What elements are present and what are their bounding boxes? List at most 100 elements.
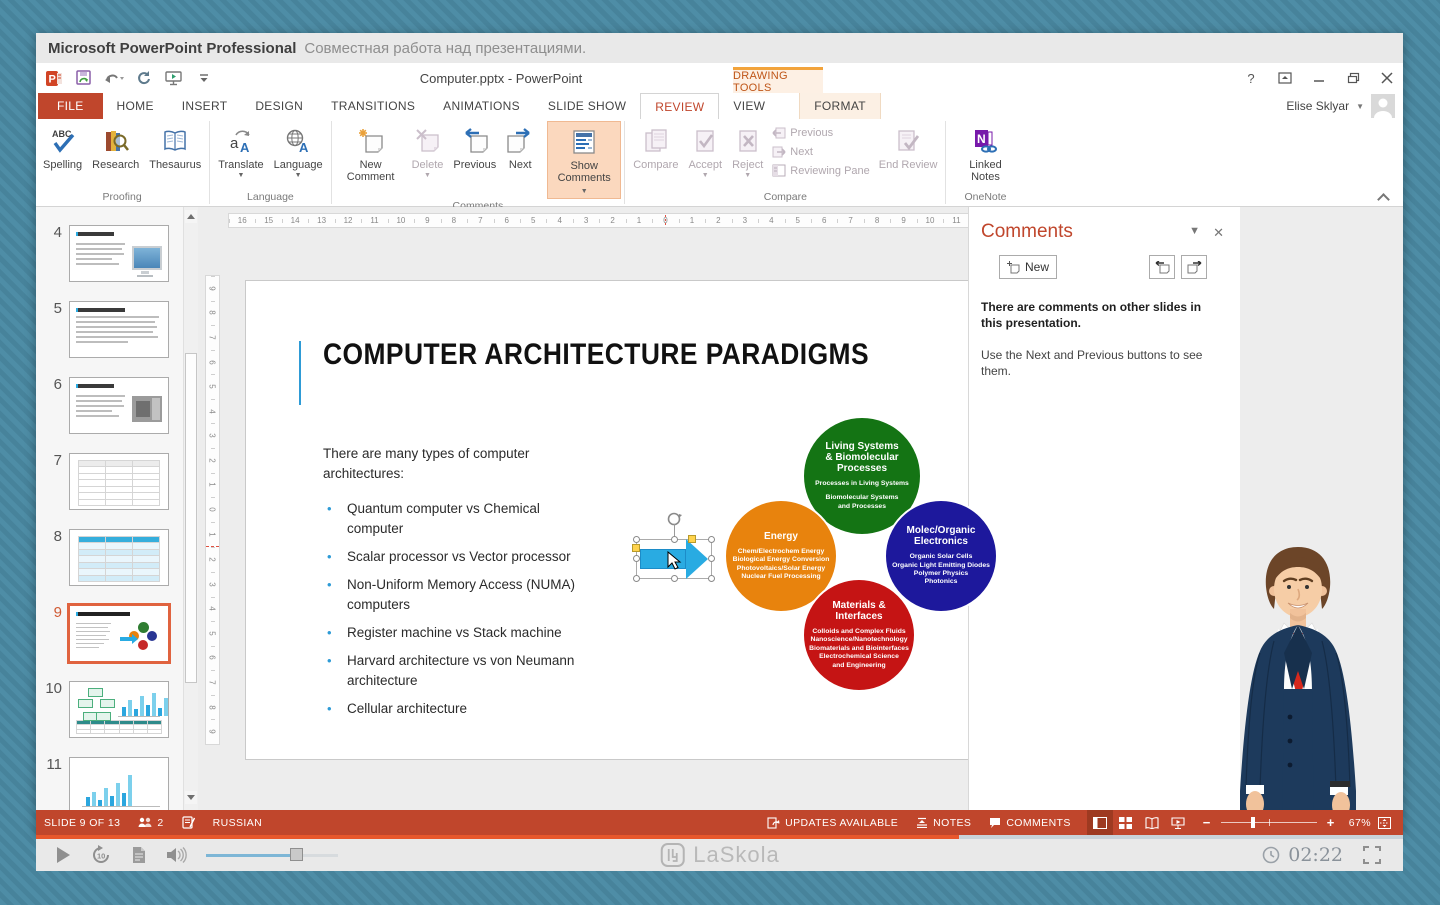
resize-handle[interactable]: [633, 575, 640, 582]
scroll-up-button[interactable]: [185, 210, 197, 223]
vertical-ruler[interactable]: 9876543210123456789: [205, 275, 220, 745]
zoom-out-button[interactable]: −: [1199, 815, 1215, 830]
slide-title[interactable]: COMPUTER ARCHITECTURE PARADIGMS: [323, 338, 869, 372]
slide-sorter-view-button[interactable]: [1113, 810, 1139, 835]
slide-thumbnail-11[interactable]: 11: [36, 757, 198, 810]
help-button[interactable]: ?: [1243, 70, 1259, 86]
thesaurus-button[interactable]: Thesaurus: [144, 121, 206, 190]
next-comment-button[interactable]: Next: [501, 121, 539, 199]
thumbnails-scrollbar[interactable]: [183, 207, 198, 810]
clock-icon: [1262, 846, 1280, 864]
tab-insert[interactable]: INSERT: [168, 93, 242, 119]
previous-comment-panel-button[interactable]: [1149, 255, 1175, 279]
next-comment-panel-button[interactable]: [1181, 255, 1207, 279]
show-comments-button[interactable]: Show Comments ▼: [547, 121, 621, 199]
normal-view-button[interactable]: [1087, 810, 1113, 835]
tab-slide-show[interactable]: SLIDE SHOW: [534, 93, 640, 119]
seek-slider-handle[interactable]: [290, 848, 303, 861]
slide-thumbnail-4[interactable]: 4: [36, 225, 198, 282]
previous-comment-button[interactable]: Previous: [448, 121, 501, 199]
updates-available-button[interactable]: UPDATES AVAILABLE: [767, 817, 898, 829]
resize-handle[interactable]: [633, 555, 640, 562]
lesson-notes-button[interactable]: [128, 844, 150, 866]
reviewing-pane-button[interactable]: Reviewing Pane: [772, 163, 870, 178]
panel-close-icon[interactable]: ✕: [1213, 225, 1224, 241]
tab-animations[interactable]: ANIMATIONS: [429, 93, 534, 119]
end-review-button[interactable]: End Review: [874, 121, 943, 190]
adjust-handle[interactable]: [632, 544, 640, 552]
resize-handle[interactable]: [708, 555, 715, 562]
minimize-button[interactable]: [1311, 70, 1327, 86]
resize-handle[interactable]: [671, 575, 678, 582]
selected-arrow-shape[interactable]: [636, 511, 720, 581]
collapse-ribbon-button[interactable]: [1377, 193, 1389, 201]
slide-body-text[interactable]: There are many types of computer archite…: [323, 444, 595, 727]
slide-thumbnail-9[interactable]: 9: [36, 605, 198, 662]
research-button[interactable]: Research: [87, 121, 144, 190]
customize-qat-button[interactable]: [194, 68, 214, 88]
compare-previous-button[interactable]: Previous: [772, 125, 870, 140]
new-comment-button[interactable]: New Comment: [335, 121, 407, 199]
proofing-indicator[interactable]: [182, 816, 195, 829]
undo-button[interactable]: [104, 68, 124, 88]
zoom-in-button[interactable]: +: [1323, 815, 1339, 830]
resize-handle[interactable]: [671, 536, 678, 543]
seek-slider[interactable]: [206, 854, 338, 857]
save-button[interactable]: [74, 68, 94, 88]
svg-text:A: A: [299, 140, 309, 154]
fullscreen-button[interactable]: [1363, 846, 1381, 864]
slide-thumbnail-10[interactable]: 10: [36, 681, 198, 738]
delete-comment-button[interactable]: Delete ▼: [407, 121, 449, 199]
slide-thumbnail-7[interactable]: 7: [36, 453, 198, 510]
scrollbar-thumb[interactable]: [185, 353, 197, 683]
diagram-circle-materials[interactable]: Materials &InterfacesColloids and Comple…: [802, 578, 916, 692]
compare-next-button[interactable]: Next: [772, 144, 870, 159]
adjust-handle[interactable]: [688, 535, 696, 543]
comments-button[interactable]: COMMENTS: [989, 817, 1070, 829]
reject-button[interactable]: Reject ▼: [727, 121, 768, 190]
tab-review[interactable]: REVIEW: [640, 93, 719, 119]
reading-view-button[interactable]: [1139, 810, 1165, 835]
zoom-level[interactable]: 67%: [1349, 817, 1371, 829]
resize-handle[interactable]: [633, 536, 640, 543]
slide-counter[interactable]: SLIDE 9 OF 13: [44, 817, 120, 829]
tab-file[interactable]: FILE: [38, 93, 103, 119]
language-button[interactable]: A Language ▼: [269, 121, 328, 190]
spelling-button[interactable]: ABC Spelling: [38, 121, 87, 190]
accept-button[interactable]: Accept ▼: [683, 121, 727, 190]
resize-handle[interactable]: [708, 536, 715, 543]
circle-subtext-line: Nanoscience/Nanotechnology: [804, 636, 914, 644]
compare-button[interactable]: Compare: [628, 121, 683, 190]
scroll-down-button[interactable]: [185, 791, 197, 804]
close-button[interactable]: [1379, 70, 1395, 86]
sketch-cell: [106, 500, 132, 505]
language-indicator[interactable]: RUSSIAN: [213, 817, 262, 829]
notes-button[interactable]: NOTES: [916, 817, 971, 829]
coauthors-indicator[interactable]: 2: [138, 817, 163, 829]
account-area[interactable]: Elise Sklyar ▼: [1286, 93, 1395, 119]
play-button[interactable]: [52, 844, 74, 866]
tab-view[interactable]: VIEW: [719, 93, 779, 119]
panel-options-icon[interactable]: ▼: [1189, 225, 1200, 237]
volume-button[interactable]: [166, 844, 188, 866]
linked-notes-button[interactable]: N Linked Notes: [949, 121, 1021, 190]
translate-button[interactable]: aA Translate ▼: [213, 121, 268, 190]
slide-thumbnail-5[interactable]: 5: [36, 301, 198, 358]
ribbon-display-options-button[interactable]: [1277, 70, 1293, 86]
replay-10-button[interactable]: 10: [90, 844, 112, 866]
slide-thumbnail-6[interactable]: 6: [36, 377, 198, 434]
new-comment-panel-button[interactable]: New: [999, 255, 1057, 279]
slide-thumbnail-8[interactable]: 8: [36, 529, 198, 586]
slideshow-view-button[interactable]: [1165, 810, 1191, 835]
avatar[interactable]: [1371, 94, 1395, 118]
restore-button[interactable]: [1345, 70, 1361, 86]
resize-handle[interactable]: [708, 575, 715, 582]
start-from-beginning-button[interactable]: [164, 68, 184, 88]
tab-home[interactable]: HOME: [103, 93, 168, 119]
fit-slide-to-window-button[interactable]: [1371, 810, 1397, 835]
tab-design[interactable]: DESIGN: [241, 93, 317, 119]
tab-format[interactable]: FORMAT: [799, 93, 881, 119]
tab-transitions[interactable]: TRANSITIONS: [317, 93, 429, 119]
zoom-slider-handle[interactable]: [1251, 817, 1255, 828]
repeat-button[interactable]: [134, 68, 154, 88]
